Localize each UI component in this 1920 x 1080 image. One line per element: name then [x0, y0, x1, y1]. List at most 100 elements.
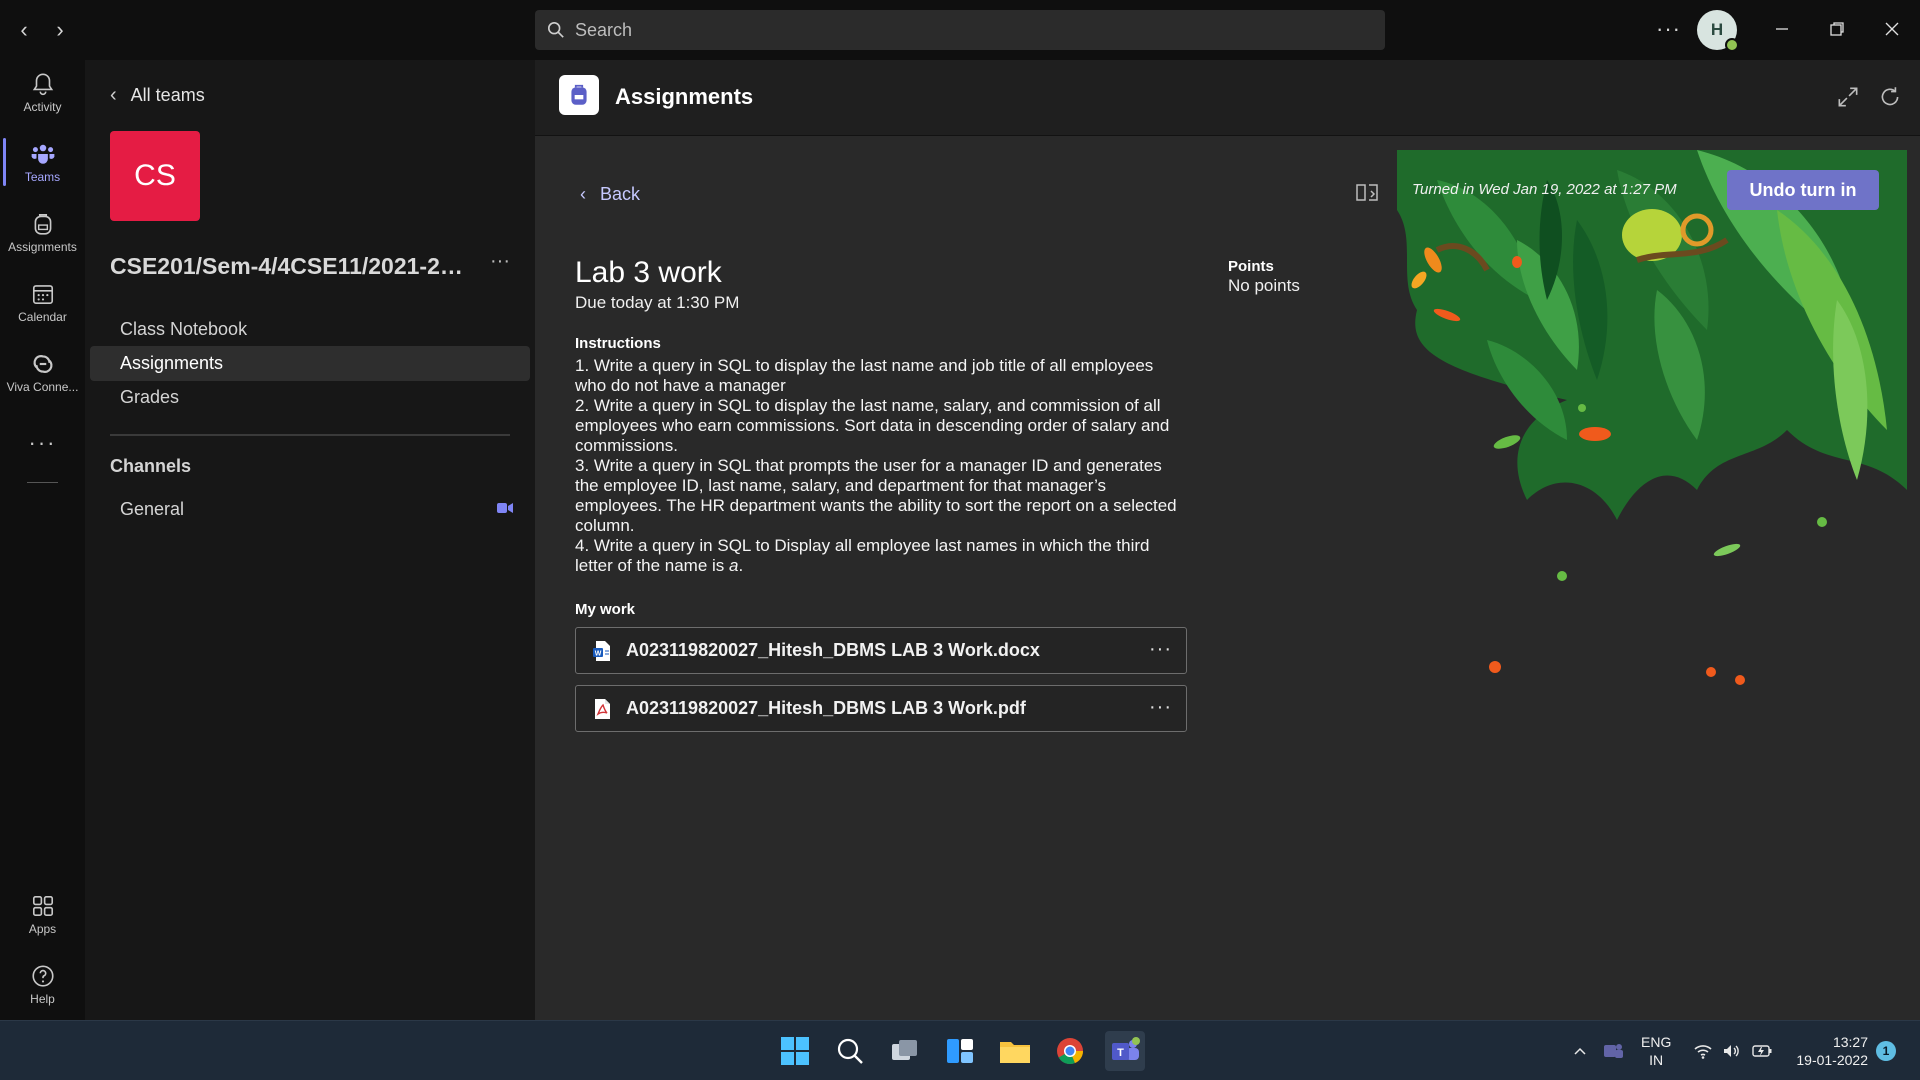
help-icon	[31, 964, 54, 987]
back-arrow-icon[interactable]: ‹	[12, 18, 36, 42]
search-box[interactable]	[535, 10, 1385, 50]
turned-in-status: Turned in Wed Jan 19, 2022 at 1:27 PM	[1412, 181, 1677, 198]
calendar-icon	[32, 284, 53, 304]
search-icon	[547, 21, 564, 38]
divider	[110, 434, 510, 436]
assignments-app-icon	[559, 75, 599, 115]
title-bar: ‹ › ··· H	[0, 0, 1920, 60]
rail-divider	[27, 482, 58, 483]
app-header: Assignments	[535, 60, 1920, 136]
bell-icon	[32, 72, 53, 95]
language-indicator[interactable]: ENG IN	[1641, 1033, 1671, 1069]
chevron-left-icon: ‹	[110, 84, 117, 106]
pdf-file-icon	[595, 698, 610, 719]
teams-tray-icon[interactable]	[1602, 1040, 1624, 1062]
team-pane: ‹ All teams CS CSE201/Sem-4/4CSE11/2021-…	[85, 60, 535, 1020]
rail-more-icon[interactable]: ···	[0, 430, 85, 456]
jungle-illustration	[1397, 150, 1907, 685]
rail-item-help[interactable]: Help	[0, 952, 85, 1016]
more-options-icon[interactable]: ···	[1656, 16, 1681, 42]
nav-item-class-notebook[interactable]: Class Notebook	[90, 312, 530, 347]
volume-icon[interactable]	[1721, 1041, 1741, 1061]
rail-item-assignments[interactable]: Assignments	[0, 200, 85, 264]
instruction-end: .	[738, 556, 744, 575]
rail-item-teams[interactable]: Teams	[0, 130, 85, 194]
rail-label: Teams	[24, 169, 61, 184]
points-value: No points	[1228, 276, 1300, 295]
apps-icon	[32, 895, 53, 916]
rail-label: Viva Conne...	[6, 379, 79, 394]
battery-icon[interactable]	[1751, 1041, 1773, 1061]
search-input[interactable]	[575, 19, 1355, 41]
file-explorer-icon[interactable]	[995, 1031, 1035, 1071]
channel-item-general[interactable]: General	[90, 492, 530, 527]
restore-icon[interactable]	[1822, 14, 1852, 44]
rail-label: Assignments	[8, 239, 77, 254]
teams-icon	[31, 144, 54, 164]
app-title: Assignments	[615, 84, 754, 109]
instruction-item: 3. Write a query in SQL that prompts the…	[575, 456, 1177, 535]
back-label: Back	[600, 184, 641, 204]
wifi-icon[interactable]	[1693, 1041, 1713, 1061]
chevron-up-icon[interactable]	[1572, 1043, 1588, 1059]
team-more-options-icon[interactable]: ···	[490, 250, 510, 273]
close-icon[interactable]	[1877, 14, 1907, 44]
channel-label: General	[120, 499, 185, 519]
clock-date: 19-01-2022	[1796, 1052, 1868, 1068]
teams-window: ‹ › ··· H Activity Teams	[0, 0, 1920, 1080]
nav-item-grades[interactable]: Grades	[90, 380, 530, 415]
refresh-icon[interactable]	[1877, 84, 1903, 110]
expand-icon[interactable]	[1835, 84, 1861, 110]
points-label: Points	[1228, 258, 1274, 275]
notification-badge[interactable]: 1	[1876, 1041, 1896, 1061]
instruction-item: 2. Write a query in SQL to display the l…	[575, 396, 1170, 455]
attached-file[interactable]: W A023119820027_Hitesh_DBMS LAB 3 Work.d…	[575, 627, 1187, 674]
meeting-camera-icon	[497, 503, 513, 513]
taskbar-search-icon[interactable]	[830, 1031, 870, 1071]
file-name: A023119820027_Hitesh_DBMS LAB 3 Work.doc…	[626, 640, 1040, 660]
language-code: ENG	[1641, 1034, 1672, 1050]
immersive-reader-icon[interactable]	[1355, 182, 1379, 204]
instruction-item: 4. Write a query in SQL to Display all e…	[575, 536, 1185, 576]
forward-arrow-icon[interactable]: ›	[48, 18, 72, 42]
viva-icon	[33, 354, 52, 373]
team-name: CSE201/Sem-4/4CSE11/2021-20...	[110, 253, 470, 279]
widgets-icon[interactable]	[940, 1031, 980, 1071]
task-view-icon[interactable]	[885, 1031, 925, 1071]
rail-label: Activity	[23, 99, 62, 114]
system-clock[interactable]: 13:27 19-01-2022	[1790, 1033, 1868, 1069]
instructions-label: Instructions	[575, 335, 661, 352]
avatar[interactable]: H	[1697, 10, 1739, 52]
assignment-title: Lab 3 work	[575, 256, 722, 289]
file-more-options-icon[interactable]: ···	[1149, 638, 1172, 661]
rail-item-viva-connections[interactable]: Viva Conne...	[0, 340, 85, 404]
status-available-icon	[1725, 38, 1739, 52]
instruction-text: 4. Write a query in SQL to Display all e…	[575, 536, 1150, 575]
teams-taskbar-icon[interactable]: T	[1105, 1031, 1145, 1071]
all-teams-label: All teams	[130, 85, 205, 105]
undo-turn-in-button[interactable]: Undo turn in	[1727, 170, 1879, 210]
backpack-icon	[34, 213, 51, 235]
chrome-icon[interactable]	[1050, 1031, 1090, 1071]
region-code: IN	[1649, 1052, 1664, 1068]
assignment-view: Assignments ‹ Back Turned in Wed Jan 19,…	[535, 60, 1920, 1020]
file-more-options-icon[interactable]: ···	[1149, 696, 1172, 719]
file-name: A023119820027_Hitesh_DBMS LAB 3 Work.pdf	[626, 698, 1026, 718]
my-work-label: My work	[575, 601, 636, 618]
attached-file[interactable]: A023119820027_Hitesh_DBMS LAB 3 Work.pdf…	[575, 685, 1187, 732]
svg-text:W: W	[595, 650, 602, 657]
team-avatar: CS	[110, 131, 200, 221]
minimize-icon[interactable]	[1767, 14, 1797, 44]
app-rail: Activity Teams Assignments Calendar Viva…	[0, 60, 85, 1020]
instruction-item: 1. Write a query in SQL to display the l…	[575, 356, 1154, 395]
all-teams-link[interactable]: ‹ All teams	[110, 84, 205, 107]
instructions-text: 1. Write a query in SQL to display the l…	[575, 356, 1185, 576]
rail-item-apps[interactable]: Apps	[0, 882, 85, 946]
due-date: Due today at 1:30 PM	[575, 293, 740, 312]
start-menu-icon[interactable]	[775, 1031, 815, 1071]
rail-item-calendar[interactable]: Calendar	[0, 270, 85, 334]
back-button[interactable]: ‹ Back	[580, 184, 640, 205]
rail-label: Help	[30, 991, 55, 1006]
rail-item-activity[interactable]: Activity	[0, 60, 85, 124]
nav-item-assignments[interactable]: Assignments	[90, 346, 530, 381]
